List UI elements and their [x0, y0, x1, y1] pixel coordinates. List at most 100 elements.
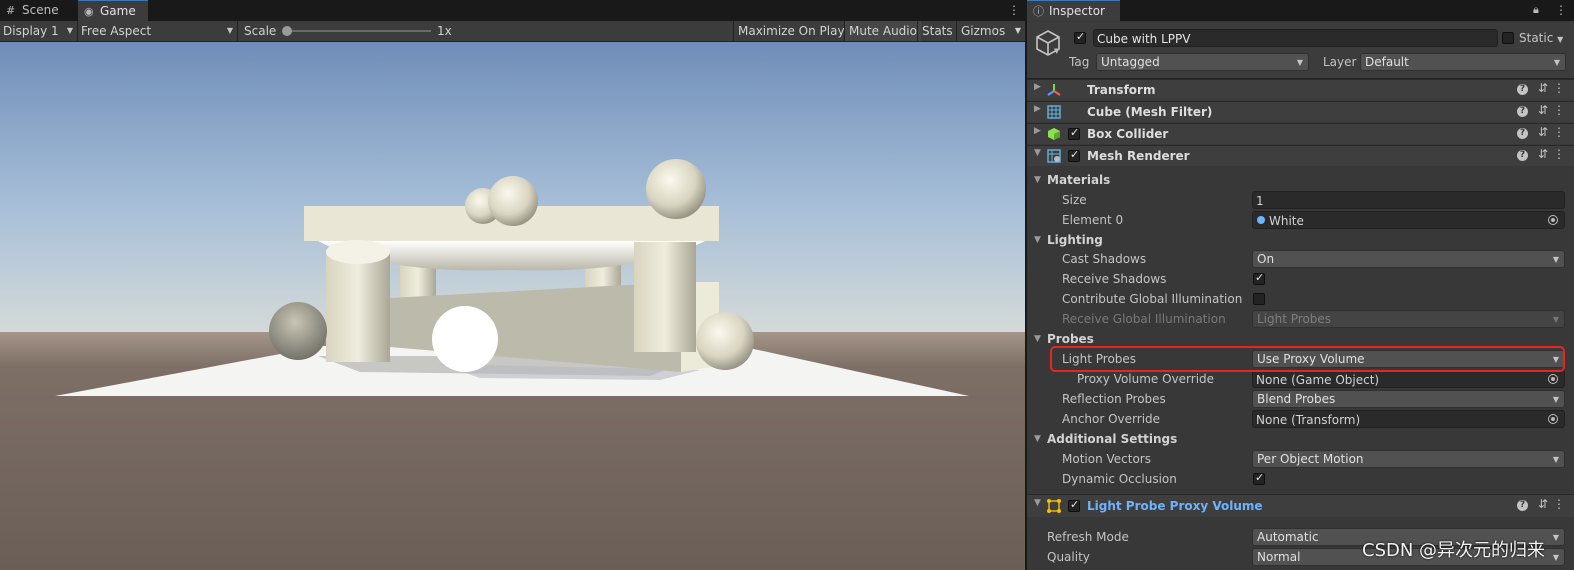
tag-dropdown[interactable]: Untagged ▼: [1096, 53, 1309, 71]
game-toolbar: Display 1 ▼ Free Aspect ▼ Scale 1x Maximiz…: [0, 21, 1025, 42]
inspector-panel: ⓘInspector 🔒︎ ⋮ ▼ Cube with LPPV Static …: [1026, 0, 1574, 570]
tab-scene[interactable]: # Scene: [0, 0, 67, 21]
expand-arrow-icon[interactable]: ▶: [1034, 104, 1041, 114]
display-dropdown[interactable]: Display 1 ▼: [0, 21, 78, 41]
motion-vectors-dropdown[interactable]: Per Object Motion ▼: [1252, 450, 1565, 468]
materials-size-input[interactable]: 1: [1252, 191, 1565, 209]
inspector-menu-icon[interactable]: ⋮: [1555, 3, 1567, 17]
more-icon[interactable]: ⋮: [1553, 147, 1565, 161]
element0-object-field[interactable]: White: [1252, 211, 1565, 229]
chevron-down-icon: ▼: [1014, 26, 1021, 35]
more-icon[interactable]: ⋮: [1553, 103, 1565, 117]
receive-gi-dropdown: Light Probes ▼: [1252, 310, 1565, 328]
box-collider-icon: [1048, 128, 1060, 140]
chevron-down-icon: ▼: [1552, 315, 1559, 324]
expand-arrow-icon[interactable]: ▶: [1034, 126, 1041, 136]
scale-value: 1x: [437, 24, 452, 38]
preset-icon[interactable]: ⇵: [1538, 81, 1548, 95]
anchor-override-field[interactable]: None (Transform): [1252, 410, 1565, 428]
more-icon[interactable]: ⋮: [1553, 125, 1565, 139]
reflection-probes-dropdown[interactable]: Blend Probes ▼: [1252, 390, 1565, 408]
chevron-down-icon: ▼: [1552, 395, 1559, 404]
receive-gi-label: Receive Global Illumination: [1062, 312, 1226, 326]
lock-icon[interactable]: 🔒︎: [1533, 3, 1539, 17]
lppv-enabled-checkbox[interactable]: [1068, 498, 1080, 512]
gizmos-button[interactable]: Gizmos ▼: [956, 21, 1025, 41]
static-label[interactable]: Static ▼: [1519, 28, 1563, 48]
help-icon[interactable]: ?: [1517, 106, 1528, 117]
game-view-panel: # Scene ◉ Game ⋮ Display 1 ▼ Free Aspect ▼ S…: [0, 0, 1025, 570]
help-icon[interactable]: ?: [1517, 150, 1528, 161]
scale-slider-track[interactable]: [286, 30, 431, 32]
mesh-renderer-enabled-checkbox[interactable]: [1068, 148, 1080, 162]
game-tab-menu-icon[interactable]: ⋮: [1008, 3, 1020, 17]
chevron-down-icon: ▼: [1552, 255, 1559, 264]
component-mesh-renderer[interactable]: ▼ Mesh Renderer ?⇵⋮: [1027, 145, 1574, 166]
object-header: ▼ Cube with LPPV Static ▼ Tag Untagged▼ …: [1027, 22, 1574, 79]
scene-render: [0, 42, 1025, 570]
active-checkbox[interactable]: [1074, 30, 1086, 44]
object-picker-icon[interactable]: [1548, 215, 1558, 225]
static-checkbox[interactable]: [1502, 32, 1514, 44]
dynamic-occlusion-checkbox[interactable]: [1253, 471, 1265, 485]
tab-inspector[interactable]: ⓘ Inspector: [1027, 0, 1120, 21]
contribute-gi-label: Contribute Global Illumination: [1062, 292, 1243, 306]
preset-icon[interactable]: ⇵: [1538, 103, 1548, 117]
chevron-down-icon: ▼: [1553, 58, 1560, 67]
more-icon[interactable]: ⋮: [1553, 497, 1565, 511]
dynamic-occlusion-label: Dynamic Occlusion: [1062, 472, 1177, 486]
mute-audio-button[interactable]: Mute Audio: [844, 21, 921, 41]
foldout-arrow-icon: ▼: [1034, 175, 1041, 185]
help-icon[interactable]: ?: [1517, 84, 1528, 95]
stats-button[interactable]: Stats: [917, 21, 957, 41]
box-collider-enabled-checkbox[interactable]: [1068, 126, 1080, 140]
foldout-arrow-icon: ▼: [1034, 334, 1041, 344]
expand-arrow-icon[interactable]: ▶: [1034, 82, 1041, 92]
help-icon[interactable]: ?: [1517, 500, 1528, 511]
game-tab-bar: # Scene ◉ Game ⋮: [0, 0, 1025, 21]
motion-vectors-label: Motion Vectors: [1062, 452, 1151, 466]
preset-icon[interactable]: ⇵: [1538, 497, 1548, 511]
additional-settings-foldout[interactable]: ▼ Additional Settings: [1034, 429, 1177, 449]
game-viewport[interactable]: [0, 42, 1025, 570]
tab-game[interactable]: ◉ Game: [78, 0, 148, 21]
icon-picker-arrow-icon[interactable]: ▼: [1054, 47, 1059, 55]
aspect-dropdown[interactable]: Free Aspect ▼: [78, 21, 238, 41]
component-light-probe-proxy-volume[interactable]: ▼ Light Probe Proxy Volume ?⇵⋮: [1027, 494, 1574, 517]
light-probe-proxy-volume-icon: [1047, 499, 1061, 513]
reflection-probes-label: Reflection Probes: [1062, 392, 1166, 406]
cast-shadows-dropdown[interactable]: On ▼: [1252, 250, 1565, 268]
more-icon[interactable]: ⋮: [1553, 81, 1565, 95]
chevron-down-icon: ▼: [1552, 553, 1559, 562]
transform-icon: [1047, 84, 1061, 96]
contribute-gi-checkbox[interactable]: [1253, 293, 1265, 305]
collapse-arrow-icon[interactable]: ▼: [1034, 498, 1041, 508]
help-icon[interactable]: ?: [1517, 128, 1528, 139]
mesh-filter-icon: [1047, 105, 1061, 119]
component-transform[interactable]: ▶ Transform ? ⇵ ⋮: [1027, 79, 1574, 100]
object-name-input[interactable]: Cube with LPPV: [1093, 29, 1498, 47]
maximize-on-play-button[interactable]: Maximize On Play: [733, 21, 849, 41]
foldout-arrow-icon: ▼: [1034, 235, 1041, 245]
foldout-arrow-icon: ▼: [1034, 434, 1041, 444]
material-icon: [1257, 216, 1265, 224]
size-label: Size: [1062, 193, 1087, 207]
component-box-collider[interactable]: ▶ Box Collider ?⇵⋮: [1027, 123, 1574, 144]
object-picker-icon[interactable]: [1548, 414, 1558, 424]
lighting-foldout[interactable]: ▼ Lighting: [1034, 230, 1103, 250]
receive-shadows-checkbox[interactable]: [1253, 271, 1265, 285]
chevron-down-icon: ▼: [1296, 58, 1303, 67]
inspector-tab-bar: ⓘ Inspector 🔒︎ ⋮: [1027, 0, 1574, 21]
materials-foldout[interactable]: ▼ Materials: [1034, 170, 1110, 190]
proxy-volume-override-field[interactable]: None (Game Object): [1252, 370, 1565, 388]
preset-icon[interactable]: ⇵: [1538, 147, 1548, 161]
scale-slider-thumb[interactable]: [282, 26, 292, 36]
object-picker-icon[interactable]: [1548, 374, 1558, 384]
layer-dropdown[interactable]: Default ▼: [1360, 53, 1566, 71]
preset-icon[interactable]: ⇵: [1538, 125, 1548, 139]
component-mesh-filter[interactable]: ▶ Cube (Mesh Filter) ? ⇵ ⋮: [1027, 101, 1574, 122]
cast-shadows-label: Cast Shadows: [1062, 252, 1147, 266]
proxy-volume-override-label: Proxy Volume Override: [1077, 372, 1215, 386]
collapse-arrow-icon[interactable]: ▼: [1034, 148, 1041, 158]
element0-label: Element 0: [1062, 213, 1124, 227]
